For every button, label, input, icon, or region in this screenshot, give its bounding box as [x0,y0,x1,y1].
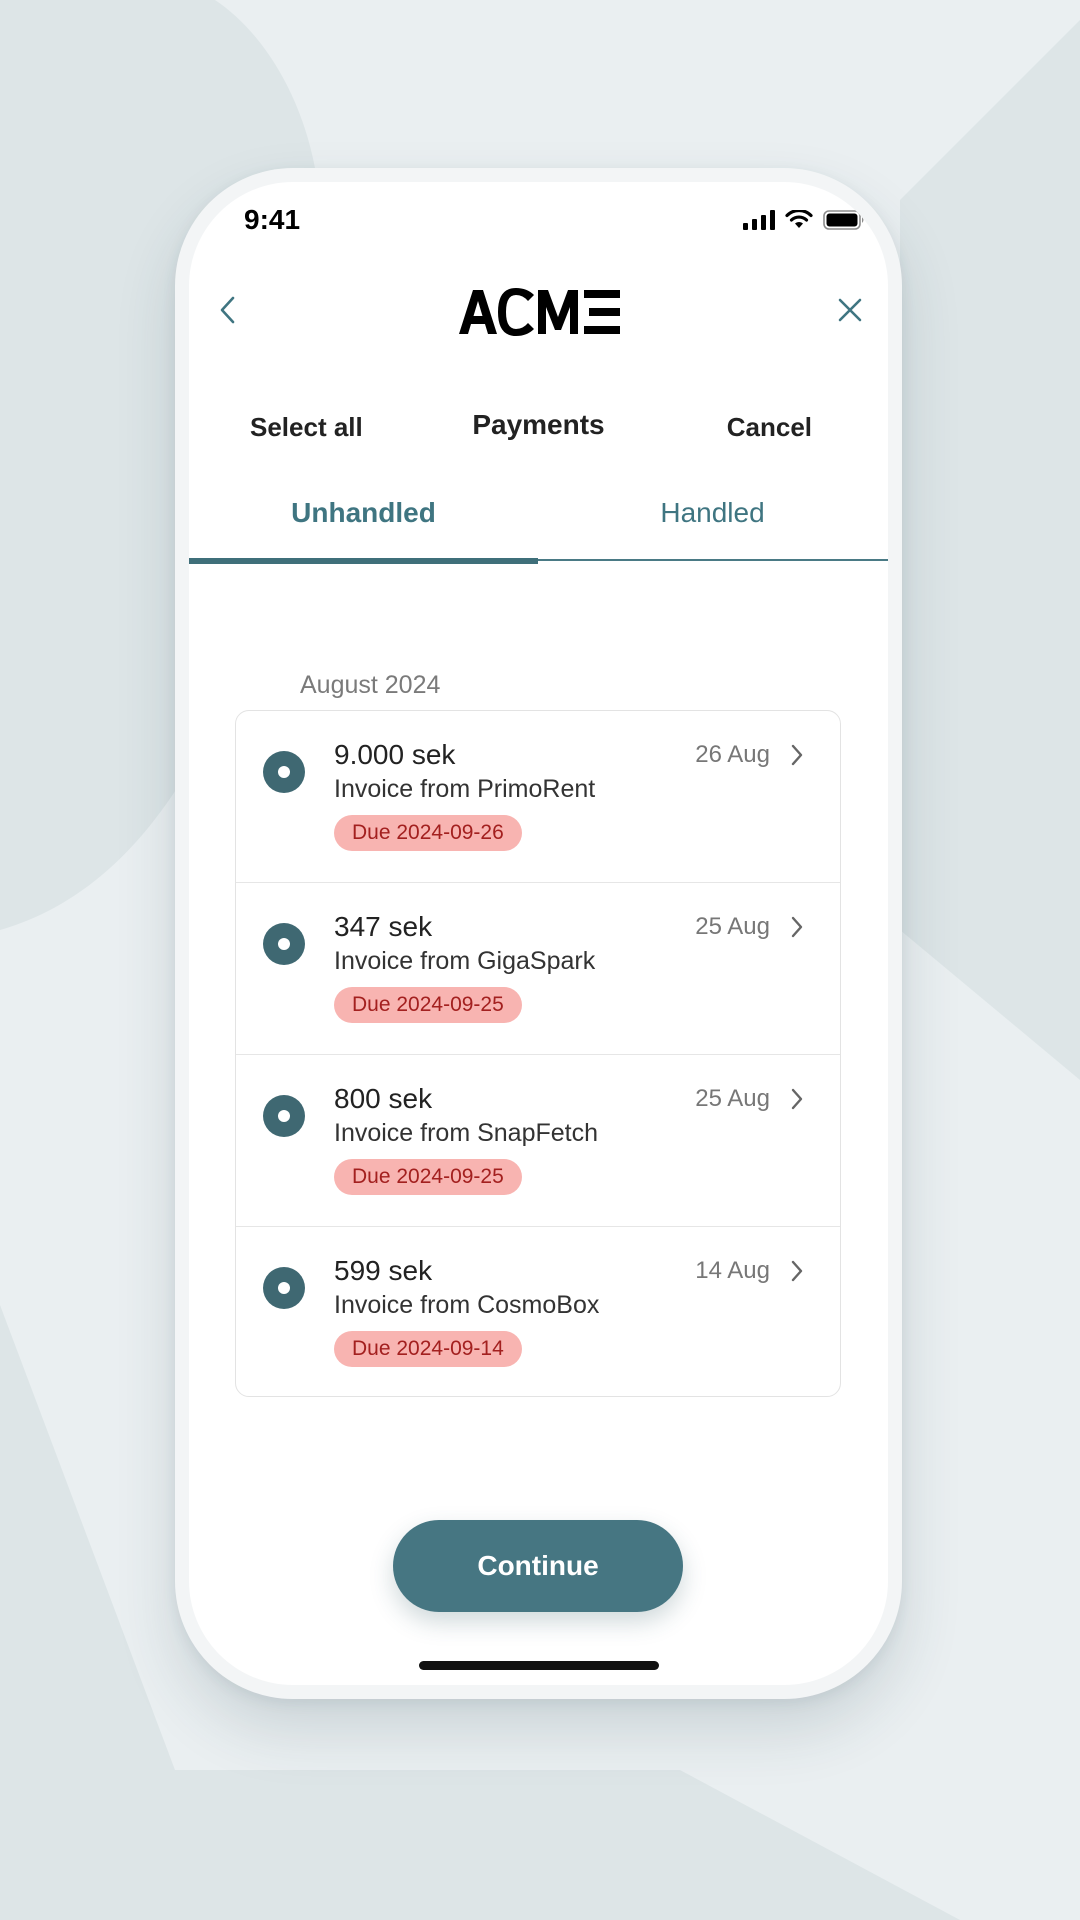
payment-row[interactable]: 800 sek Invoice from SnapFetch Due 2024-… [236,1055,840,1227]
due-badge: Due 2024-09-26 [334,815,522,851]
payment-row[interactable]: 9.000 sek Invoice from PrimoRent Due 202… [236,711,840,883]
payment-amount: 599 sek [334,1255,433,1286]
close-icon [838,298,862,322]
radio-selected[interactable] [263,1267,305,1309]
payment-description: Invoice from PrimoRent [334,775,596,803]
radio-selected[interactable] [263,1095,305,1137]
continue-button[interactable]: Continue [393,1520,683,1612]
payment-amount: 347 sek [334,911,433,942]
payment-amount: 9.000 sek [334,739,456,770]
payment-description: Invoice from SnapFetch [334,1119,599,1147]
payment-date: 26 Aug [695,741,770,768]
tab-handled[interactable]: Handled [538,497,887,529]
status-time: 9:41 [244,204,301,235]
payments-header: Payments Select all Cancel [189,409,888,452]
select-all-button[interactable]: Select all [250,412,363,443]
acme-logo [459,288,621,341]
cancel-button[interactable]: Cancel [727,412,812,443]
section-header: August 2024 [300,671,441,699]
tab-unhandled[interactable]: Unhandled [189,497,538,529]
due-badge: Due 2024-09-25 [334,1159,522,1195]
payment-amount: 800 sek [334,1083,433,1114]
back-button[interactable] [204,286,252,334]
battery-icon [823,210,864,230]
payment-date: 14 Aug [695,1257,770,1284]
payment-row[interactable]: 599 sek Invoice from CosmoBox Due 2024-0… [236,1227,840,1396]
payment-date: 25 Aug [695,913,770,940]
due-badge: Due 2024-09-25 [334,987,522,1023]
payments-list: 9.000 sek Invoice from PrimoRent Due 202… [235,710,841,1397]
chevron-left-icon [220,296,235,324]
chevron-right-icon [791,744,803,766]
status-icons [743,210,865,230]
close-button[interactable] [826,286,874,334]
radio-selected[interactable] [263,923,305,965]
active-tab-indicator [189,558,538,564]
payment-date: 25 Aug [695,1085,770,1112]
chevron-right-icon [791,1088,803,1110]
cellular-signal-icon [743,210,775,230]
payment-description: Invoice from GigaSpark [334,947,596,975]
tab-bar: Unhandled Handled [189,497,888,564]
chevron-right-icon [791,916,803,938]
home-indicator [419,1661,659,1670]
payment-row[interactable]: 347 sek Invoice from GigaSpark Due 2024-… [236,883,840,1055]
phone-screen: 9:41 Payments Select all Cancel Unhandle… [189,182,888,1685]
wifi-icon [785,210,813,228]
chevron-right-icon [791,1260,803,1282]
due-badge: Due 2024-09-14 [334,1331,522,1367]
radio-selected[interactable] [263,751,305,793]
payment-description: Invoice from CosmoBox [334,1291,600,1319]
